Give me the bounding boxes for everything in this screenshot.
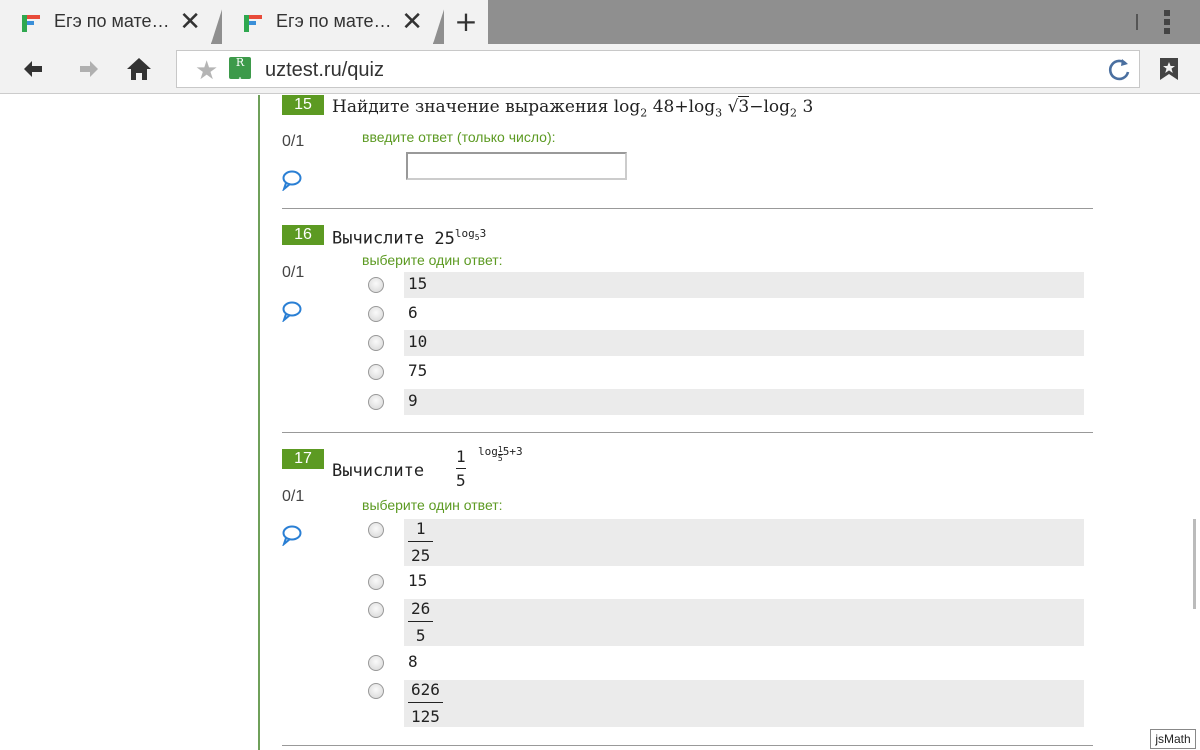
option-label: 8 bbox=[408, 652, 418, 671]
option-box[interactable]: 9 bbox=[404, 389, 1084, 415]
option-label: 15 bbox=[408, 274, 428, 293]
tab-close-icon[interactable]: ✕ bbox=[401, 7, 423, 37]
option-radio[interactable] bbox=[368, 364, 384, 380]
question-divider bbox=[282, 432, 1093, 433]
browser-tab-2[interactable]: Егэ по мате… ✕ bbox=[222, 0, 447, 44]
prompt-text: Найдите значение выражения bbox=[332, 97, 609, 117]
back-arrow-icon[interactable] bbox=[18, 54, 48, 84]
math-expression: log2 48+log3 √3−log2 3 bbox=[613, 96, 814, 120]
math-expression: 25log53 bbox=[434, 227, 487, 249]
quiz-page: 15 Найдите значение выражения log2 48+lo… bbox=[0, 95, 1200, 750]
url-text[interactable]: uztest.ru/quiz bbox=[265, 59, 384, 82]
option-box[interactable]: 15 bbox=[404, 569, 1084, 593]
math-exponent: log 1 5 5+3 bbox=[478, 445, 523, 463]
jsmath-button[interactable]: jsMath bbox=[1150, 729, 1196, 749]
option-fraction: 26 5 bbox=[408, 599, 434, 645]
left-green-rule bbox=[258, 95, 260, 750]
bookmark-star-icon[interactable]: ★ bbox=[195, 56, 218, 86]
option-label: 10 bbox=[408, 332, 428, 351]
answer-option[interactable]: 9 bbox=[368, 389, 1084, 415]
browser-tab-1[interactable]: Егэ по мате… ✕ bbox=[0, 0, 225, 44]
tab-title: Егэ по мате… bbox=[276, 11, 392, 31]
question-number: 15 bbox=[282, 95, 324, 115]
answer-input[interactable] bbox=[406, 152, 627, 180]
option-radio[interactable] bbox=[368, 335, 384, 351]
question-score: 0/1 bbox=[282, 133, 305, 150]
answer-hint: выберите один ответ: bbox=[362, 252, 503, 268]
option-radio[interactable] bbox=[368, 394, 384, 410]
question-number: 16 bbox=[282, 225, 324, 245]
option-radio[interactable] bbox=[368, 655, 384, 671]
answer-option[interactable]: 75 bbox=[368, 359, 1084, 385]
answer-option[interactable]: 6 bbox=[368, 301, 1084, 327]
question-score: 0/1 bbox=[282, 488, 305, 505]
answer-option[interactable]: 8 bbox=[368, 650, 1084, 674]
question-prompt: Найдите значение выражения log2 48+log3 … bbox=[332, 96, 814, 120]
option-radio[interactable] bbox=[368, 602, 384, 618]
math-fraction: 1 5 bbox=[456, 447, 466, 490]
reload-icon[interactable] bbox=[1105, 56, 1133, 84]
option-box[interactable]: 10 bbox=[404, 330, 1084, 356]
tab-strip: Егэ по мате… ✕ Егэ по мате… ✕ + bbox=[0, 0, 1200, 44]
scrollbar-thumb[interactable] bbox=[1193, 519, 1196, 609]
prompt-text: Вычислите bbox=[332, 461, 425, 481]
answer-hint: введите ответ (только число): bbox=[362, 129, 556, 145]
option-box[interactable]: 1 25 bbox=[404, 519, 1084, 566]
answer-option[interactable]: 26 5 bbox=[368, 599, 1084, 646]
site-favicon-icon bbox=[22, 15, 40, 32]
address-bar[interactable]: ★ R ˰ uztest.ru/quiz bbox=[176, 50, 1140, 88]
answer-option[interactable]: 626 125 bbox=[368, 680, 1084, 727]
question-number: 17 bbox=[282, 449, 324, 469]
browser-toolbar: ★ R ˰ uztest.ru/quiz bbox=[0, 44, 1200, 94]
comment-bubble-icon[interactable] bbox=[281, 300, 303, 322]
option-box[interactable]: 26 5 bbox=[404, 599, 1084, 646]
option-box[interactable]: 6 bbox=[404, 301, 1084, 327]
tab-title: Егэ по мате… bbox=[54, 11, 170, 31]
option-box[interactable]: 8 bbox=[404, 650, 1084, 674]
bookmarks-icon[interactable] bbox=[1156, 56, 1182, 82]
comment-bubble-icon[interactable] bbox=[281, 169, 303, 191]
answer-option[interactable]: 1 25 bbox=[368, 519, 1084, 566]
tab-divider bbox=[1136, 14, 1138, 30]
home-icon[interactable] bbox=[124, 54, 154, 84]
site-favicon-icon bbox=[244, 15, 262, 32]
comment-bubble-icon[interactable] bbox=[281, 524, 303, 546]
option-label: 15 bbox=[408, 571, 428, 590]
tab-close-icon[interactable]: ✕ bbox=[179, 7, 201, 37]
question-divider bbox=[282, 208, 1093, 209]
question-prompt: Вычислите 25log53 bbox=[332, 227, 486, 249]
answer-hint: выберите один ответ: bbox=[362, 497, 503, 513]
option-box[interactable]: 626 125 bbox=[404, 680, 1084, 727]
option-label: 75 bbox=[408, 361, 428, 380]
answer-option[interactable]: 10 bbox=[368, 330, 1084, 356]
option-radio[interactable] bbox=[368, 277, 384, 293]
overflow-menu-icon[interactable] bbox=[1164, 10, 1170, 36]
option-fraction: 1 25 bbox=[408, 519, 434, 565]
new-tab-button[interactable]: + bbox=[444, 0, 488, 44]
option-radio[interactable] bbox=[368, 683, 384, 699]
option-label: 6 bbox=[408, 303, 418, 322]
question-divider bbox=[282, 745, 1093, 746]
site-badge-icon: R ˰ bbox=[229, 57, 251, 79]
forward-arrow-icon[interactable] bbox=[74, 54, 104, 84]
option-radio[interactable] bbox=[368, 522, 384, 538]
option-radio[interactable] bbox=[368, 574, 384, 590]
option-box[interactable]: 15 bbox=[404, 272, 1084, 298]
option-fraction: 626 125 bbox=[408, 680, 443, 726]
answer-option[interactable]: 15 bbox=[368, 569, 1084, 593]
option-label: 9 bbox=[408, 391, 418, 410]
question-score: 0/1 bbox=[282, 264, 305, 281]
answer-option[interactable]: 15 bbox=[368, 272, 1084, 298]
prompt-text: Вычислите bbox=[332, 228, 425, 249]
option-radio[interactable] bbox=[368, 306, 384, 322]
option-box[interactable]: 75 bbox=[404, 359, 1084, 385]
